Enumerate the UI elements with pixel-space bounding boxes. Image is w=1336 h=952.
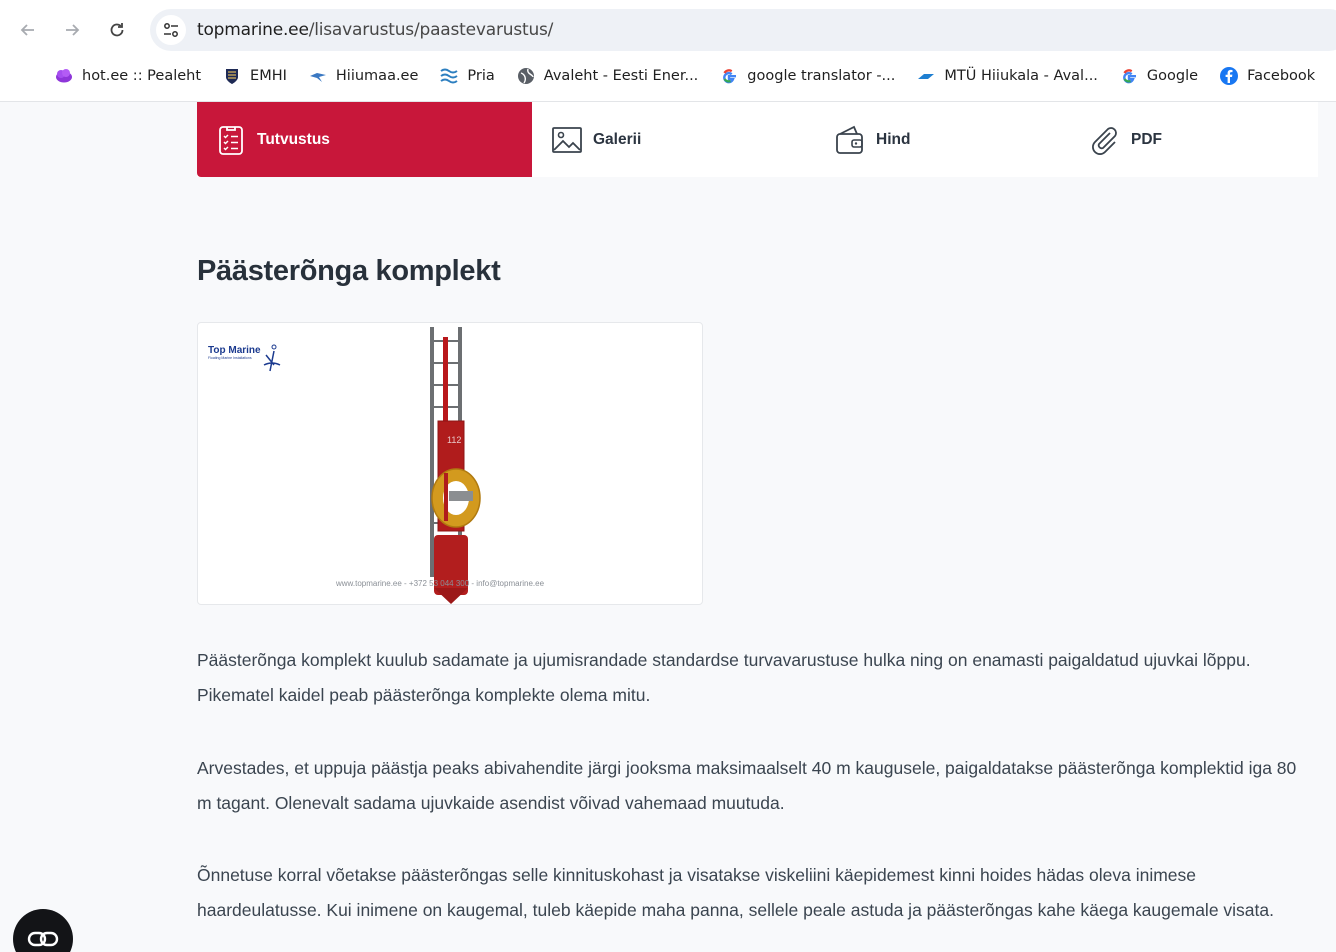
forward-button[interactable]: [54, 12, 90, 48]
facebook-icon: [1219, 66, 1239, 86]
bookmark-eesti-energia[interactable]: Avaleht - Eesti Ener...: [516, 66, 699, 86]
globe-icon: [516, 66, 536, 86]
chat-widget-button[interactable]: [13, 909, 73, 952]
paragraph-2: Arvestades, et uppuja päästja peaks abiv…: [197, 758, 1297, 813]
bookmarks-bar: hot.ee :: Pealeht EMHI Hiiumaa.ee Pria A…: [0, 62, 1336, 90]
tab-tutvustus[interactable]: Tutvustus: [197, 102, 532, 177]
lifebuoy-stand-illustration: 112: [430, 327, 481, 604]
url-path: /lisavarustus/paastevarustus/: [308, 20, 554, 40]
google-g-icon: [719, 66, 739, 86]
pria-waves-icon: [439, 66, 459, 86]
reload-icon: [110, 23, 124, 37]
arrow-left-icon: [20, 24, 34, 36]
bookmark-facebook[interactable]: Facebook: [1219, 66, 1315, 86]
paperclip-icon: [1089, 124, 1121, 156]
bookmark-pria[interactable]: Pria: [439, 66, 495, 86]
hot-ee-cloud-icon: [54, 66, 74, 86]
product-image[interactable]: Top Marine Floating Marine Installations…: [197, 322, 703, 605]
image-footer-text: www.topmarine.ee - +372 53 044 300 - inf…: [336, 579, 545, 588]
bookmark-emhi[interactable]: EMHI: [222, 66, 287, 86]
bookmark-hot-ee[interactable]: hot.ee :: Pealeht: [54, 66, 201, 86]
product-tabs: Tutvustus Galerii Hind PDF: [197, 102, 1318, 177]
tab-label: Galerii: [593, 130, 642, 148]
back-button[interactable]: [10, 12, 46, 48]
browser-chrome: topmarine.ee/lisavarustus/paastevarustus…: [0, 0, 1336, 102]
bookmark-label: Avaleht - Eesti Ener...: [543, 68, 699, 84]
image-icon: [551, 124, 583, 156]
link-chain-icon: [27, 931, 59, 947]
tab-label: Tutvustus: [257, 130, 330, 148]
bookmark-label: google translator -...: [747, 68, 896, 84]
paragraph-3: Õnnetuse korral võetakse päästerõngas se…: [197, 865, 1274, 920]
reload-button[interactable]: [99, 12, 135, 48]
emhi-crest-icon: [222, 66, 242, 86]
hiiumaa-bird-icon: [308, 66, 328, 86]
bookmark-label: Pria: [467, 68, 495, 84]
tab-galerii[interactable]: Galerii: [532, 102, 815, 177]
bookmark-label: EMHI: [250, 68, 287, 84]
bookmark-hiiumaa[interactable]: Hiiumaa.ee: [308, 66, 419, 86]
bookmark-label: Facebook: [1247, 68, 1316, 84]
bookmark-label: Google: [1146, 68, 1199, 84]
hiiukala-fish-icon: [916, 66, 936, 86]
bookmark-label: Hiiumaa.ee: [335, 68, 419, 84]
arrow-right-icon: [66, 24, 80, 36]
bookmark-label: hot.ee :: Pealeht: [82, 68, 202, 84]
site-info-button[interactable]: [156, 15, 186, 45]
tab-label: Hind: [876, 130, 911, 148]
tab-pdf[interactable]: PDF: [1070, 102, 1318, 177]
tune-icon: [164, 23, 178, 37]
ring-label: 112: [447, 435, 461, 445]
url-text[interactable]: topmarine.ee/lisavarustus/paastevarustus…: [197, 20, 553, 40]
checklist-icon: [215, 124, 247, 156]
paragraph-1: Päästerõnga komplekt kuulub sadamate ja …: [197, 650, 1251, 705]
bookmark-google-translator[interactable]: google translator -...: [719, 66, 895, 86]
page-title: Päästerõnga komplekt: [197, 255, 501, 287]
address-bar[interactable]: topmarine.ee/lisavarustus/paastevarustus…: [150, 9, 1336, 51]
wallet-icon: [834, 124, 866, 156]
google-g-icon: [1119, 66, 1139, 86]
bookmark-label: MTÜ Hiiukala - Aval...: [944, 68, 1098, 84]
tab-hind[interactable]: Hind: [815, 102, 1070, 177]
bookmark-hiiukala[interactable]: MTÜ Hiiukala - Aval...: [916, 66, 1098, 86]
bookmark-google[interactable]: Google: [1119, 66, 1198, 86]
url-domain: topmarine.ee: [197, 20, 309, 40]
tab-label: PDF: [1131, 130, 1162, 148]
